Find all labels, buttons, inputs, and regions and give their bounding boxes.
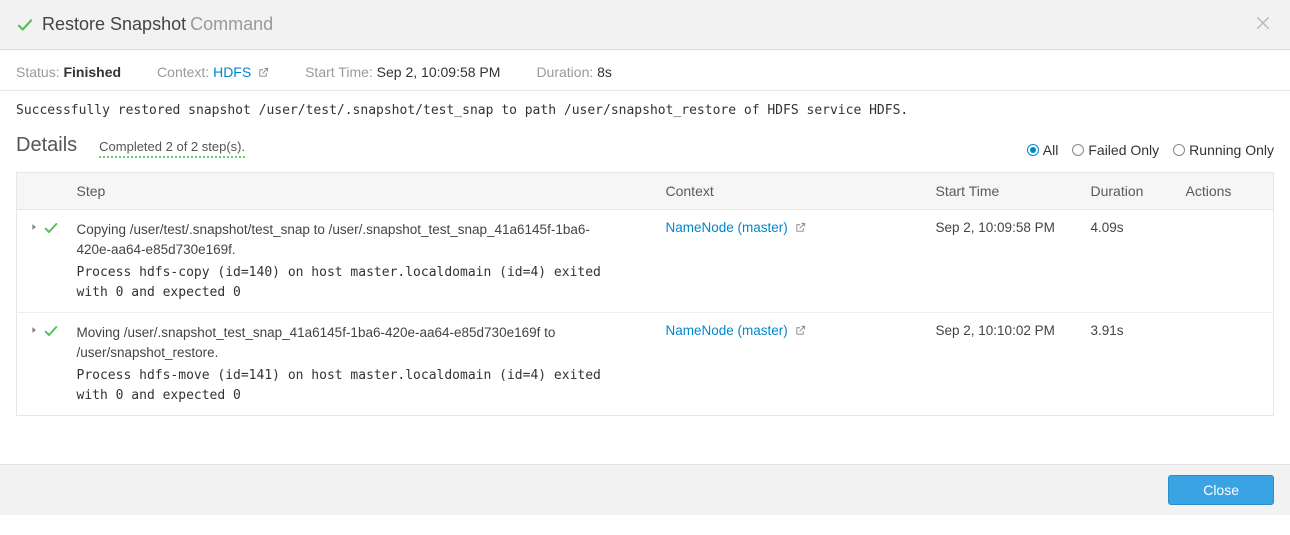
filter-group: All Failed Only Running Only [1027, 142, 1274, 158]
status-label: Status: [16, 64, 60, 80]
meta-context: Context: HDFS [157, 64, 269, 80]
result-message: Successfully restored snapshot /user/tes… [0, 91, 1290, 134]
start-time: Sep 2, 10:09:58 PM [924, 210, 1079, 313]
duration: 4.09s [1079, 210, 1174, 313]
col-start: Start Time [924, 173, 1079, 210]
chevron-right-icon[interactable] [29, 323, 39, 338]
dialog-header: Restore Snapshot Command [0, 0, 1290, 50]
external-link-icon [795, 325, 806, 336]
col-actions: Actions [1174, 173, 1274, 210]
details-bar: Details Completed 2 of 2 step(s). All Fa… [0, 134, 1290, 164]
meta-duration: Duration: 8s [536, 64, 612, 80]
context-label: Context: [157, 64, 209, 80]
duration-value: 8s [597, 64, 612, 80]
check-icon [43, 224, 59, 239]
col-duration: Duration [1079, 173, 1174, 210]
radio-icon [1072, 144, 1084, 156]
duration-label: Duration: [536, 64, 593, 80]
dialog-subtitle: Command [190, 14, 273, 35]
table-row: Moving /user/.snapshot_test_snap_41a6145… [17, 313, 1274, 416]
meta-row: Status: Finished Context: HDFS Start Tim… [0, 50, 1290, 91]
filter-failed-label: Failed Only [1088, 142, 1159, 158]
col-step: Step [65, 173, 654, 210]
completed-summary: Completed 2 of 2 step(s). [99, 139, 245, 158]
col-context: Context [654, 173, 924, 210]
step-title: Copying /user/test/.snapshot/test_snap t… [77, 220, 617, 259]
dialog-title: Restore Snapshot [42, 14, 186, 35]
filter-all[interactable]: All [1027, 142, 1059, 158]
filter-all-label: All [1043, 142, 1059, 158]
details-heading: Details [16, 134, 77, 157]
radio-icon [1027, 144, 1039, 156]
filter-failed[interactable]: Failed Only [1072, 142, 1159, 158]
meta-start: Start Time: Sep 2, 10:09:58 PM [305, 64, 500, 80]
step-detail: Process hdfs-move (id=141) on host maste… [77, 366, 617, 405]
start-value: Sep 2, 10:09:58 PM [377, 64, 501, 80]
close-icon[interactable] [1254, 14, 1272, 36]
filter-running[interactable]: Running Only [1173, 142, 1274, 158]
steps-table: Step Context Start Time Duration Actions… [16, 172, 1274, 416]
status-value: Finished [63, 64, 121, 80]
check-icon [16, 16, 34, 34]
chevron-right-icon[interactable] [29, 220, 39, 235]
start-time: Sep 2, 10:10:02 PM [924, 313, 1079, 416]
filter-running-label: Running Only [1189, 142, 1274, 158]
close-button[interactable]: Close [1168, 475, 1274, 505]
context-link[interactable]: NameNode (master) [666, 220, 788, 235]
context-link[interactable]: HDFS [213, 64, 251, 80]
duration: 3.91s [1079, 313, 1174, 416]
start-label: Start Time: [305, 64, 373, 80]
dialog-footer: Close [0, 464, 1290, 515]
context-link[interactable]: NameNode (master) [666, 323, 788, 338]
table-row: Copying /user/test/.snapshot/test_snap t… [17, 210, 1274, 313]
step-title: Moving /user/.snapshot_test_snap_41a6145… [77, 323, 617, 362]
external-link-icon [795, 222, 806, 233]
external-link-icon [258, 67, 269, 78]
step-detail: Process hdfs-copy (id=140) on host maste… [77, 263, 617, 302]
meta-status: Status: Finished [16, 64, 121, 80]
radio-icon [1173, 144, 1185, 156]
check-icon [43, 327, 59, 342]
